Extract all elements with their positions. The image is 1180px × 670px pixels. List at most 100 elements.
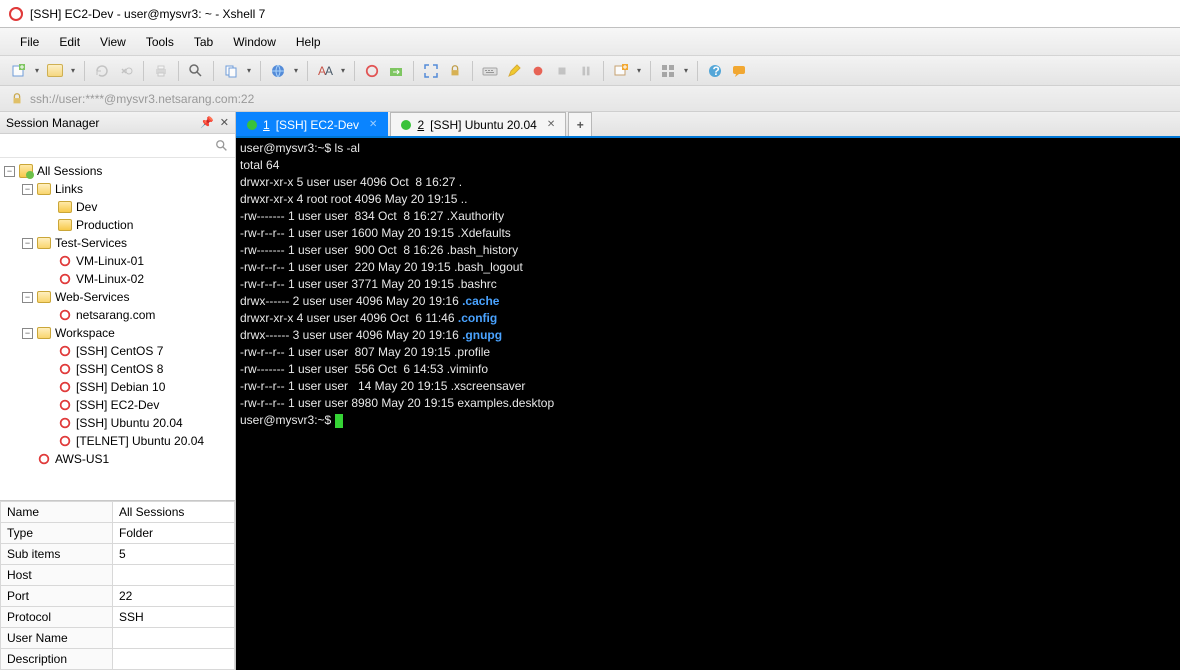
help-icon[interactable]: ? — [706, 62, 724, 80]
terminal-prompt: user@mysvr3:~$ — [240, 141, 335, 155]
tree-item[interactable]: VM-Linux-01 — [2, 252, 233, 270]
titlebar: [SSH] EC2-Dev - user@mysvr3: ~ - Xshell … — [0, 0, 1180, 28]
tab-label: [SSH] EC2-Dev — [276, 118, 359, 132]
tree-root[interactable]: −All Sessions — [2, 162, 233, 180]
session-swirl-icon — [58, 308, 72, 322]
lock-icon[interactable] — [446, 62, 464, 80]
tab-ec2-dev[interactable]: 1 [SSH] EC2-Dev ✕ — [236, 112, 388, 136]
pin-icon[interactable]: 📌 — [200, 116, 214, 129]
font-icon[interactable]: AA — [316, 62, 334, 80]
menu-tools[interactable]: Tools — [138, 31, 182, 53]
keyboard-icon[interactable] — [481, 62, 499, 80]
tile-icon[interactable] — [659, 62, 677, 80]
menu-edit[interactable]: Edit — [51, 31, 88, 53]
tab-close-icon[interactable]: ✕ — [369, 119, 377, 130]
highlight-icon[interactable] — [505, 62, 523, 80]
tree-item[interactable]: [SSH] EC2-Dev — [2, 396, 233, 414]
record-icon[interactable] — [529, 62, 547, 80]
tree-item[interactable]: Production — [2, 216, 233, 234]
tree-item[interactable]: [SSH] Debian 10 — [2, 378, 233, 396]
toolbar-sep — [143, 61, 144, 81]
prop-row: Sub items5 — [1, 544, 235, 565]
disconnect-icon[interactable] — [117, 62, 135, 80]
copy-icon[interactable] — [222, 62, 240, 80]
tree-item[interactable]: VM-Linux-02 — [2, 270, 233, 288]
menu-view[interactable]: View — [92, 31, 134, 53]
toolbar-sep — [603, 61, 604, 81]
terminal-line: -rw-r--r-- 1 user user 807 May 20 19:15 … — [240, 345, 490, 359]
tab-add-button[interactable]: + — [568, 112, 592, 136]
globe-icon[interactable] — [269, 62, 287, 80]
toolbar-sep — [413, 61, 414, 81]
open-folder-dropdown[interactable] — [70, 62, 76, 80]
menubar: File Edit View Tools Tab Window Help — [0, 28, 1180, 56]
terminal-line: total 64 — [240, 158, 279, 172]
status-dot-icon — [247, 120, 257, 130]
open-folder-icon[interactable] — [46, 62, 64, 80]
new-window-dropdown[interactable] — [636, 62, 642, 80]
toolbar-sep — [307, 61, 308, 81]
new-session-icon[interactable] — [10, 62, 28, 80]
new-window-icon[interactable] — [612, 62, 630, 80]
globe-dropdown[interactable] — [293, 62, 299, 80]
tab-close-icon[interactable]: ✕ — [547, 119, 555, 130]
prop-row: Host — [1, 565, 235, 586]
session-manager-panel: Session Manager 📌 ✕ −All Sessions −Links… — [0, 112, 236, 670]
session-swirl-icon — [58, 416, 72, 430]
reconnect-icon[interactable] — [93, 62, 111, 80]
stop-icon[interactable] — [553, 62, 571, 80]
svg-text:A: A — [325, 64, 333, 78]
close-panel-icon[interactable]: ✕ — [220, 116, 229, 129]
menu-file[interactable]: File — [12, 31, 47, 53]
menu-window[interactable]: Window — [225, 31, 284, 53]
window-title: [SSH] EC2-Dev - user@mysvr3: ~ - Xshell … — [30, 7, 265, 21]
tab-ubuntu[interactable]: 2 [SSH] Ubuntu 20.04 ✕ — [390, 112, 566, 136]
copy-dropdown[interactable] — [246, 62, 252, 80]
terminal-line: -rw------- 1 user user 556 Oct 6 14:53 .… — [240, 362, 488, 376]
tile-dropdown[interactable] — [683, 62, 689, 80]
status-dot-icon — [401, 120, 411, 130]
print-icon[interactable] — [152, 62, 170, 80]
tree-item[interactable]: [SSH] Ubuntu 20.04 — [2, 414, 233, 432]
session-swirl-icon — [58, 254, 72, 268]
main-area: Session Manager 📌 ✕ −All Sessions −Links… — [0, 112, 1180, 670]
address-url: ssh://user:****@mysvr3.netsarang.com:22 — [30, 92, 254, 106]
tree-item[interactable]: [SSH] CentOS 8 — [2, 360, 233, 378]
session-swirl-icon — [58, 272, 72, 286]
fullscreen-icon[interactable] — [422, 62, 440, 80]
menu-tab[interactable]: Tab — [186, 31, 221, 53]
session-swirl-icon — [58, 398, 72, 412]
toolbar-sep — [84, 61, 85, 81]
terminal-line: -rw-r--r-- 1 user user 3771 May 20 19:15… — [240, 277, 497, 291]
search-icon — [215, 139, 229, 153]
session-search[interactable] — [0, 134, 235, 158]
tree-item[interactable]: Dev — [2, 198, 233, 216]
terminal-line: drwxr-xr-x 4 user user 4096 Oct 6 11:46 — [240, 311, 458, 325]
xftp-icon[interactable] — [387, 62, 405, 80]
tree-aws[interactable]: AWS-US1 — [2, 450, 233, 468]
toolbar-sep — [178, 61, 179, 81]
tab-number: 2 — [417, 118, 424, 132]
lock-icon — [10, 92, 24, 106]
find-icon[interactable] — [187, 62, 205, 80]
session-tree: −All Sessions −Links Dev Production −Tes… — [0, 158, 235, 500]
menu-help[interactable]: Help — [288, 31, 329, 53]
tree-item[interactable]: netsarang.com — [2, 306, 233, 324]
new-session-dropdown[interactable] — [34, 62, 40, 80]
terminal[interactable]: user@mysvr3:~$ ls -al total 64 drwxr-xr-… — [236, 138, 1180, 670]
tree-item[interactable]: [SSH] CentOS 7 — [2, 342, 233, 360]
feedback-icon[interactable] — [730, 62, 748, 80]
tree-workspace[interactable]: −Workspace — [2, 324, 233, 342]
tree-item[interactable]: [TELNET] Ubuntu 20.04 — [2, 432, 233, 450]
tree-test-services[interactable]: −Test-Services — [2, 234, 233, 252]
address-bar[interactable]: ssh://user:****@mysvr3.netsarang.com:22 — [0, 86, 1180, 112]
pause-icon[interactable] — [577, 62, 595, 80]
xshell-icon[interactable] — [363, 62, 381, 80]
terminal-dir: .gnupg — [462, 328, 502, 342]
toolbar-sep — [354, 61, 355, 81]
font-dropdown[interactable] — [340, 62, 346, 80]
tree-web-services[interactable]: −Web-Services — [2, 288, 233, 306]
tree-links[interactable]: −Links — [2, 180, 233, 198]
prop-row: ProtocolSSH — [1, 607, 235, 628]
terminal-line: drwxr-xr-x 5 user user 4096 Oct 8 16:27 … — [240, 175, 462, 189]
